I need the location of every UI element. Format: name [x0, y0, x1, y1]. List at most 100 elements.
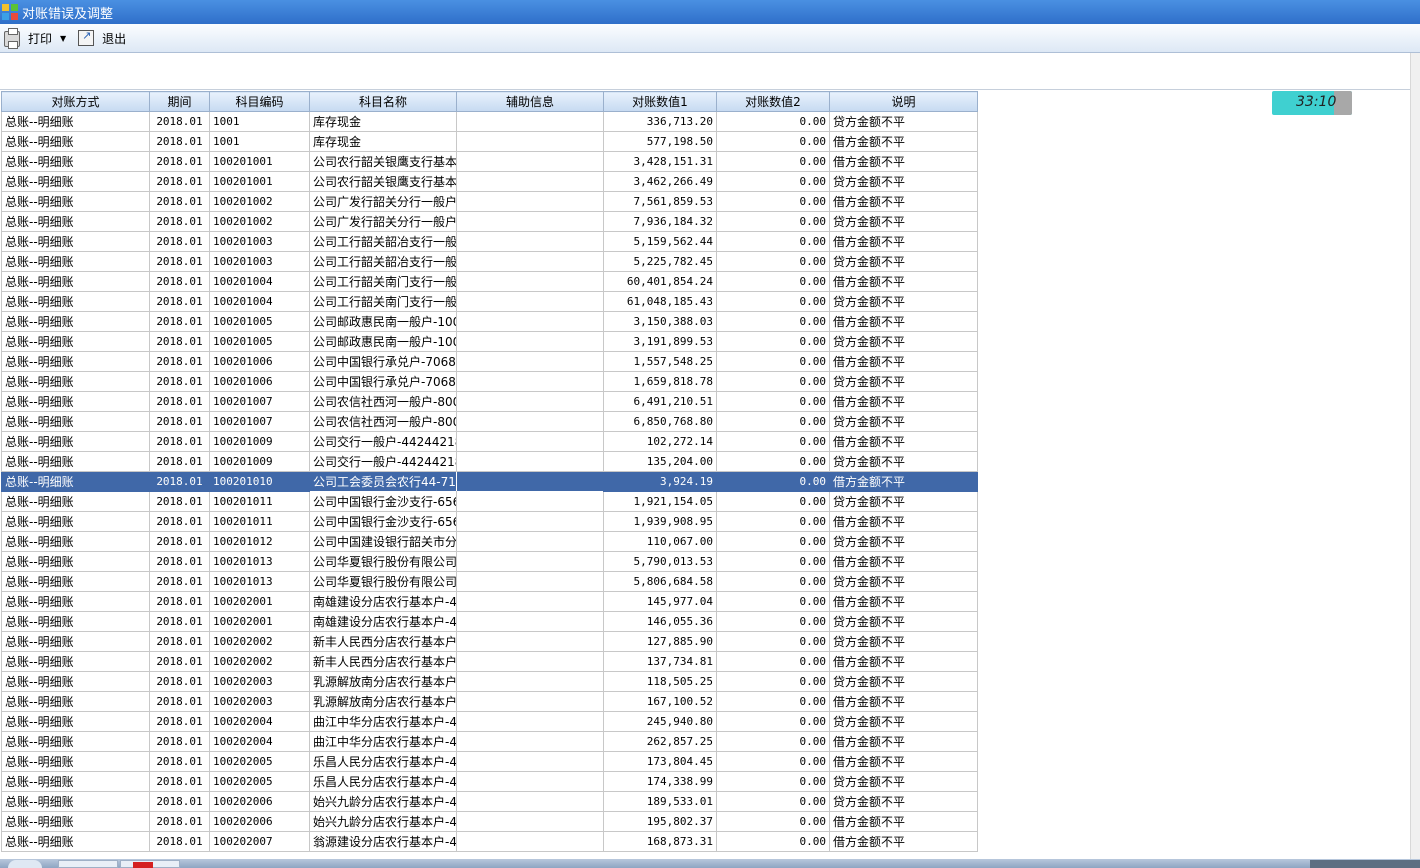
cell-method[interactable]: 总账--明细账 [1, 791, 150, 812]
cell-value2[interactable]: 0.00 [716, 131, 830, 152]
cell-method[interactable]: 总账--明细账 [1, 731, 150, 752]
table-row[interactable]: 总账--明细账 2018.01 100202001 南雄建设分店农行基本户-4 145,… [1, 591, 978, 612]
cell-period[interactable]: 2018.01 [149, 631, 210, 652]
cell-period[interactable]: 2018.01 [149, 231, 210, 252]
cell-aux-info[interactable] [456, 651, 604, 672]
table-row[interactable]: 总账--明细账 2018.01 1001 库存现金 336,713.20 0.00 贷方金额… [1, 111, 978, 132]
cell-aux-info[interactable] [456, 311, 604, 332]
table-row[interactable]: 总账--明细账 2018.01 100202003 乳源解放南分店农行基本户 118,5… [1, 671, 978, 692]
cell-period[interactable]: 2018.01 [149, 311, 210, 332]
cell-note[interactable]: 贷方金额不平 [829, 531, 978, 552]
cell-value2[interactable]: 0.00 [716, 491, 830, 512]
cell-method[interactable]: 总账--明细账 [1, 131, 150, 152]
cell-aux-info[interactable] [456, 451, 604, 472]
table-row[interactable]: 总账--明细账 2018.01 100201009 公司交行一般户-442442186… [1, 451, 978, 472]
cell-method[interactable]: 总账--明细账 [1, 231, 150, 252]
cell-period[interactable]: 2018.01 [149, 451, 210, 472]
table-row[interactable]: 总账--明细账 2018.01 100201006 公司中国银行承兑户-70686 1,… [1, 351, 978, 372]
table-row[interactable]: 总账--明细账 2018.01 1001 库存现金 577,198.50 0.00 借方金额… [1, 131, 978, 152]
table-row[interactable]: 总账--明细账 2018.01 100201011 公司中国银行金沙支行-656 1,9… [1, 491, 978, 512]
cell-note[interactable]: 贷方金额不平 [829, 111, 978, 132]
cell-value1[interactable]: 577,198.50 [603, 131, 717, 152]
cell-method[interactable]: 总账--明细账 [1, 471, 150, 492]
cell-method[interactable]: 总账--明细账 [1, 631, 150, 652]
cell-value2[interactable]: 0.00 [716, 631, 830, 652]
cell-value2[interactable]: 0.00 [716, 451, 830, 472]
table-row[interactable]: 总账--明细账 2018.01 100201007 公司农信社西河一般户-800 6,4… [1, 391, 978, 412]
cell-account-code[interactable]: 100201006 [209, 351, 310, 372]
cell-account-name[interactable]: 公司中国银行金沙支行-656 [309, 491, 457, 512]
cell-aux-info[interactable] [456, 751, 604, 772]
cell-value1[interactable]: 173,804.45 [603, 751, 717, 772]
cell-account-name[interactable]: 库存现金 [309, 111, 457, 132]
cell-account-name[interactable]: 公司广发行韶关分行一般户 [309, 211, 457, 232]
taskbar-item[interactable] [58, 860, 118, 868]
cell-method[interactable]: 总账--明细账 [1, 191, 150, 212]
cell-account-name[interactable]: 公司广发行韶关分行一般户 [309, 191, 457, 212]
cell-value1[interactable]: 245,940.80 [603, 711, 717, 732]
cell-value1[interactable]: 3,924.19 [603, 471, 717, 492]
cell-value2[interactable]: 0.00 [716, 371, 830, 392]
cell-period[interactable]: 2018.01 [149, 431, 210, 452]
cell-account-code[interactable]: 100201003 [209, 251, 310, 272]
cell-period[interactable]: 2018.01 [149, 551, 210, 572]
cell-account-name[interactable]: 乳源解放南分店农行基本户 [309, 671, 457, 692]
cell-period[interactable]: 2018.01 [149, 371, 210, 392]
cell-note[interactable]: 借方金额不平 [829, 751, 978, 772]
cell-account-code[interactable]: 100201004 [209, 271, 310, 292]
cell-note[interactable]: 贷方金额不平 [829, 291, 978, 312]
cell-aux-info[interactable] [456, 411, 604, 432]
cell-account-code[interactable]: 100201005 [209, 331, 310, 352]
table-row[interactable]: 总账--明细账 2018.01 100202001 南雄建设分店农行基本户-4 146,… [1, 611, 978, 632]
cell-account-name[interactable]: 公司交行一般户-442442186 [309, 431, 457, 452]
cell-account-code[interactable]: 100202003 [209, 671, 310, 692]
table-row[interactable]: 总账--明细账 2018.01 100202005 乐昌人民分店农行基本户-4 173,… [1, 751, 978, 772]
cell-aux-info[interactable] [456, 471, 604, 492]
cell-note[interactable]: 贷方金额不平 [829, 771, 978, 792]
cell-method[interactable]: 总账--明细账 [1, 111, 150, 132]
table-row[interactable]: 总账--明细账 2018.01 100201001 公司农行韶关银鹰支行基本 3,462… [1, 171, 978, 192]
table-row[interactable]: 总账--明细账 2018.01 100201004 公司工行韶关南门支行一般 60,40… [1, 271, 978, 292]
cell-account-code[interactable]: 100201012 [209, 531, 310, 552]
cell-account-code[interactable]: 100201001 [209, 171, 310, 192]
cell-method[interactable]: 总账--明细账 [1, 691, 150, 712]
cell-aux-info[interactable] [456, 671, 604, 692]
cell-account-name[interactable]: 乐昌人民分店农行基本户-4 [309, 771, 457, 792]
cell-account-code[interactable]: 100201006 [209, 371, 310, 392]
cell-value1[interactable]: 145,977.04 [603, 591, 717, 612]
table-row[interactable]: 总账--明细账 2018.01 100202002 新丰人民西分店农行基本户 127,8… [1, 631, 978, 652]
cell-period[interactable]: 2018.01 [149, 271, 210, 292]
cell-value1[interactable]: 135,204.00 [603, 451, 717, 472]
cell-account-name[interactable]: 始兴九龄分店农行基本户-4 [309, 791, 457, 812]
cell-value2[interactable]: 0.00 [716, 151, 830, 172]
cell-value1[interactable]: 1,939,908.95 [603, 511, 717, 532]
cell-aux-info[interactable] [456, 251, 604, 272]
cell-note[interactable]: 贷方金额不平 [829, 571, 978, 592]
cell-value2[interactable]: 0.00 [716, 271, 830, 292]
cell-period[interactable]: 2018.01 [149, 791, 210, 812]
table-row[interactable]: 总账--明细账 2018.01 100202006 始兴九龄分店农行基本户-4 195,… [1, 811, 978, 832]
cell-value2[interactable]: 0.00 [716, 791, 830, 812]
cell-value2[interactable]: 0.00 [716, 191, 830, 212]
cell-period[interactable]: 2018.01 [149, 531, 210, 552]
cell-value2[interactable]: 0.00 [716, 471, 830, 492]
cell-note[interactable]: 借方金额不平 [829, 591, 978, 612]
cell-value1[interactable]: 262,857.25 [603, 731, 717, 752]
cell-note[interactable]: 贷方金额不平 [829, 631, 978, 652]
cell-period[interactable]: 2018.01 [149, 411, 210, 432]
cell-note[interactable]: 贷方金额不平 [829, 411, 978, 432]
cell-method[interactable]: 总账--明细账 [1, 571, 150, 592]
cell-value1[interactable]: 189,533.01 [603, 791, 717, 812]
cell-account-code[interactable]: 100202002 [209, 631, 310, 652]
timer-handle[interactable] [1334, 91, 1352, 115]
cell-value1[interactable]: 5,225,782.45 [603, 251, 717, 272]
cell-method[interactable]: 总账--明细账 [1, 411, 150, 432]
cell-aux-info[interactable] [456, 811, 604, 832]
start-button[interactable] [8, 860, 42, 868]
cell-aux-info[interactable] [456, 551, 604, 572]
cell-note[interactable]: 借方金额不平 [829, 271, 978, 292]
cell-value1[interactable]: 5,159,562.44 [603, 231, 717, 252]
print-button[interactable]: 打印 ▼ [0, 27, 74, 49]
cell-value1[interactable]: 1,659,818.78 [603, 371, 717, 392]
cell-method[interactable]: 总账--明细账 [1, 531, 150, 552]
